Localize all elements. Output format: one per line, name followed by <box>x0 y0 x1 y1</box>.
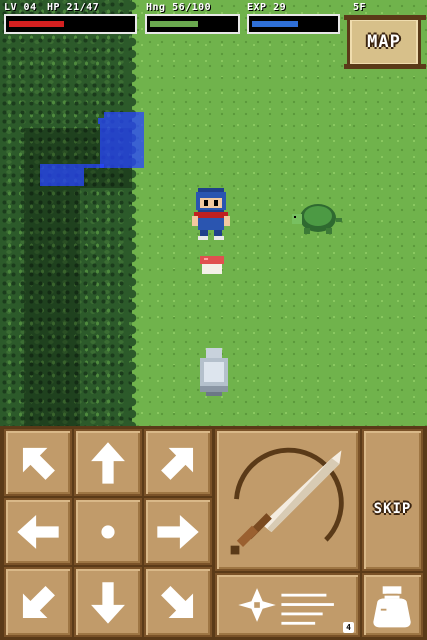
hunger-text: Hng 56/100 <box>146 2 212 13</box>
item-count-badge: 4 <box>343 622 354 633</box>
move-up-left-button[interactable] <box>4 429 72 496</box>
move-left-button[interactable] <box>4 498 72 565</box>
exp-bar-fill <box>252 21 298 27</box>
exp-bar <box>247 14 340 34</box>
hp-bar-fill <box>9 21 64 27</box>
skip-button[interactable]: SKIP <box>362 429 423 571</box>
arrow-left-icon <box>17 515 59 549</box>
floor-text: 5F <box>353 2 367 13</box>
throw-item-button[interactable]: 4 <box>215 573 360 637</box>
control-panel: SKIP 4 <box>0 426 427 640</box>
move-up-button[interactable] <box>74 429 142 496</box>
map-button-label: MAP <box>367 32 401 52</box>
forest-edge <box>126 0 138 426</box>
player-ninja-sprite <box>192 188 230 240</box>
wait-button[interactable] <box>74 498 142 565</box>
arrow-up-icon <box>91 442 125 484</box>
arrow-right-icon <box>157 515 199 549</box>
move-up-right-button[interactable] <box>144 429 212 496</box>
move-right-button[interactable] <box>144 498 212 565</box>
hunger-bar-fill <box>150 21 198 27</box>
food-item-sprite <box>200 256 224 274</box>
center-dot-icon <box>101 525 115 539</box>
exp-text: EXP 29 <box>247 2 287 13</box>
turtle-enemy-sprite <box>292 204 342 234</box>
skip-button-label: SKIP <box>373 501 412 517</box>
move-down-right-button[interactable] <box>144 567 212 637</box>
map-button[interactable]: MAP <box>344 15 426 69</box>
inventory-button[interactable] <box>362 573 423 637</box>
bag-icon <box>373 586 411 628</box>
arrow-down-left-icon <box>22 586 55 618</box>
scroll-roll <box>344 64 426 69</box>
arrow-up-left-icon <box>22 447 55 480</box>
hp-bar <box>4 14 137 34</box>
armor-item-sprite <box>200 348 228 396</box>
hp-text: HP 21/47 <box>47 2 100 13</box>
level-text: LV 04 <box>4 2 37 13</box>
scroll-roll <box>344 15 426 20</box>
shuriken-icon <box>238 588 334 625</box>
arrow-up-right-icon <box>161 447 194 480</box>
sword-icon <box>230 447 344 555</box>
move-down-left-button[interactable] <box>4 567 72 637</box>
arrow-down-icon <box>91 582 125 624</box>
arrow-down-right-icon <box>161 586 194 618</box>
attack-button[interactable] <box>215 429 360 571</box>
hunger-bar <box>145 14 240 34</box>
move-down-button[interactable] <box>74 567 142 637</box>
